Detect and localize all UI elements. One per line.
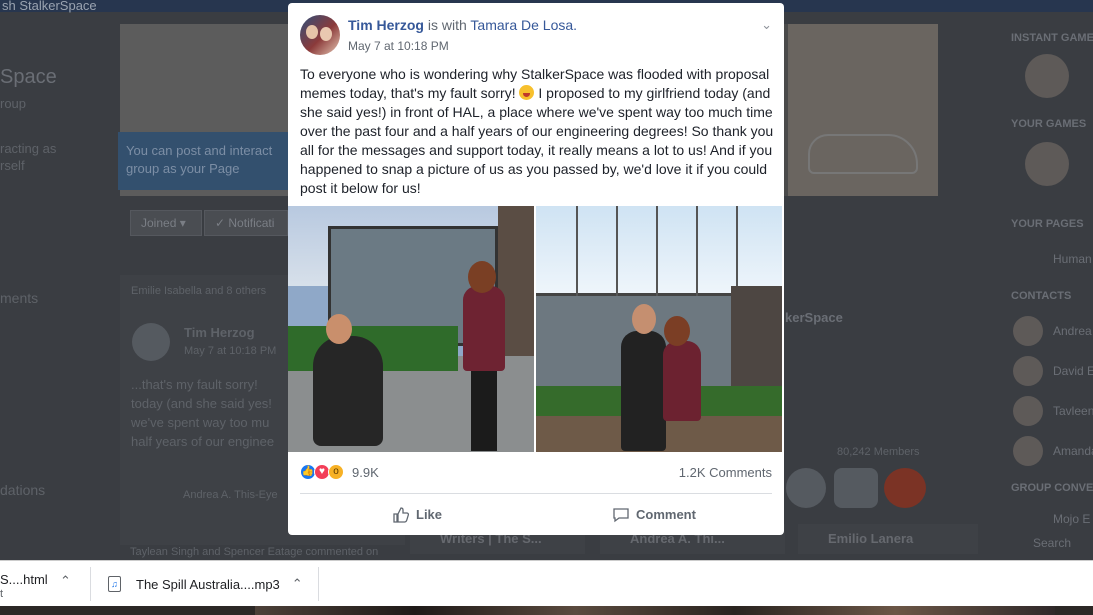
separator xyxy=(318,567,319,601)
group-title: Space xyxy=(0,66,57,88)
like-label: Like xyxy=(416,507,443,522)
member-avatar xyxy=(834,468,878,508)
download-bar: S....html t ⌃ ♫ The Spill Australia....m… xyxy=(0,560,1093,606)
proposal-photo-1[interactable] xyxy=(288,206,534,452)
game-icon[interactable] xyxy=(1025,54,1069,98)
contact-avatar[interactable] xyxy=(1013,396,1043,426)
post-text: To everyone who is wondering why Stalker… xyxy=(300,65,775,198)
reactions-row: 👍 ♥ o 9.9K 1.2K Comments xyxy=(300,462,772,482)
chevron-up-icon[interactable]: ⌃ xyxy=(60,573,71,589)
bg-post-reactors: Andrea A. This-Eye xyxy=(183,489,278,501)
contact-name[interactable]: Amanda xyxy=(1053,444,1093,458)
proposal-photo-2[interactable] xyxy=(536,206,782,452)
joined-button[interactable]: Joined ▾ xyxy=(130,210,202,236)
interacting-as-text: racting as rself xyxy=(0,141,57,173)
separator xyxy=(90,567,91,601)
comment-label: Comment xyxy=(636,507,696,522)
chat-search-input[interactable]: Search xyxy=(1033,536,1071,550)
right-sidebar: INSTANT GAMES YOUR GAMES YOUR PAGES Huma… xyxy=(1003,24,1093,560)
contact-avatar[interactable] xyxy=(1013,436,1043,466)
audio-file-icon: ♫ xyxy=(108,576,121,592)
bg-post-author: Tim Herzog xyxy=(184,325,255,340)
game-icon[interactable] xyxy=(1025,142,1069,186)
menu-item-comments[interactable]: ments xyxy=(0,290,38,306)
divider xyxy=(300,493,772,494)
chevron-down-icon[interactable]: ⌄ xyxy=(761,17,772,33)
bg-commented-line: Taylean Singh and Spencer Eatage comment… xyxy=(130,546,379,558)
instant-games-header: INSTANT GAMES xyxy=(1011,32,1093,44)
contact-name[interactable]: David E xyxy=(1053,364,1093,378)
post-header: Tim Herzog is with Tamara De Losa. xyxy=(348,17,577,33)
thumbs-up-icon xyxy=(393,507,410,523)
group-subtitle: roup xyxy=(0,96,27,111)
bg-post-snippet: ...that's my fault sorry! today (and she… xyxy=(131,377,275,449)
your-pages-header: YOUR PAGES xyxy=(1011,218,1084,230)
download-filename: S....html xyxy=(0,572,48,587)
contact-avatar[interactable] xyxy=(1013,316,1043,346)
contact-name[interactable]: Andrea xyxy=(1053,324,1092,338)
download-item[interactable]: S....html t ⌃ xyxy=(0,561,80,607)
bg-group-name: kerSpace xyxy=(785,310,843,325)
top-nav-text: sh StalkerSpace xyxy=(2,0,97,13)
with-text: is with xyxy=(427,17,467,33)
download-item[interactable]: ♫ The Spill Australia....mp3 ⌃ xyxy=(108,561,313,607)
download-filename: The Spill Australia....mp3 xyxy=(136,576,280,592)
car-shape xyxy=(808,134,918,174)
comment-button[interactable]: Comment xyxy=(612,503,696,527)
group-conversations-header: GROUP CONVE xyxy=(1011,482,1093,494)
bg-reactions-line: Emilie Isabella and 8 others xyxy=(131,285,267,297)
group-conversation-item[interactable]: Mojo E xyxy=(1053,512,1090,526)
chat-tab[interactable]: Emilio Lanera xyxy=(798,524,978,554)
page-tip: You can post and interact group as your … xyxy=(118,132,288,190)
post-timestamp[interactable]: May 7 at 10:18 PM xyxy=(348,39,449,53)
reaction-count[interactable]: 9.9K xyxy=(352,465,379,480)
cover-right-photo xyxy=(788,24,938,196)
contact-avatar[interactable] xyxy=(1013,356,1043,386)
chevron-up-icon[interactable]: ⌃ xyxy=(292,576,303,592)
post-modal: Tim Herzog is with Tamara De Losa. May 7… xyxy=(288,3,784,535)
member-avatar xyxy=(884,468,926,508)
bg-members-count: 80,242 Members xyxy=(837,446,920,458)
contacts-header: CONTACTS xyxy=(1011,290,1072,302)
bg-avatar xyxy=(132,323,170,361)
comment-count[interactable]: 1.2K Comments xyxy=(679,465,772,480)
wow-reaction-icon[interactable]: o xyxy=(328,464,344,480)
taskbar-strip xyxy=(0,606,1093,615)
member-avatar xyxy=(786,468,826,508)
contact-name[interactable]: Tavleen xyxy=(1053,404,1093,418)
menu-item-recommendations[interactable]: dations xyxy=(0,482,45,498)
bg-post-date: May 7 at 10:18 PM xyxy=(184,345,277,357)
tagged-friend-link[interactable]: Tamara De Losa. xyxy=(470,17,577,33)
like-button[interactable]: Like xyxy=(392,503,442,527)
author-name-link[interactable]: Tim Herzog xyxy=(348,17,424,33)
comment-icon xyxy=(613,508,629,523)
post-text-part2: I proposed to my girlfriend today (and s… xyxy=(300,85,774,196)
tongue-emoji-icon xyxy=(519,85,535,100)
your-games-header: YOUR GAMES xyxy=(1011,118,1087,130)
page-name[interactable]: Human xyxy=(1053,252,1092,266)
notifications-button[interactable]: ✓ Notificati xyxy=(204,210,288,236)
author-avatar[interactable] xyxy=(300,15,340,55)
download-status: t xyxy=(0,588,4,600)
